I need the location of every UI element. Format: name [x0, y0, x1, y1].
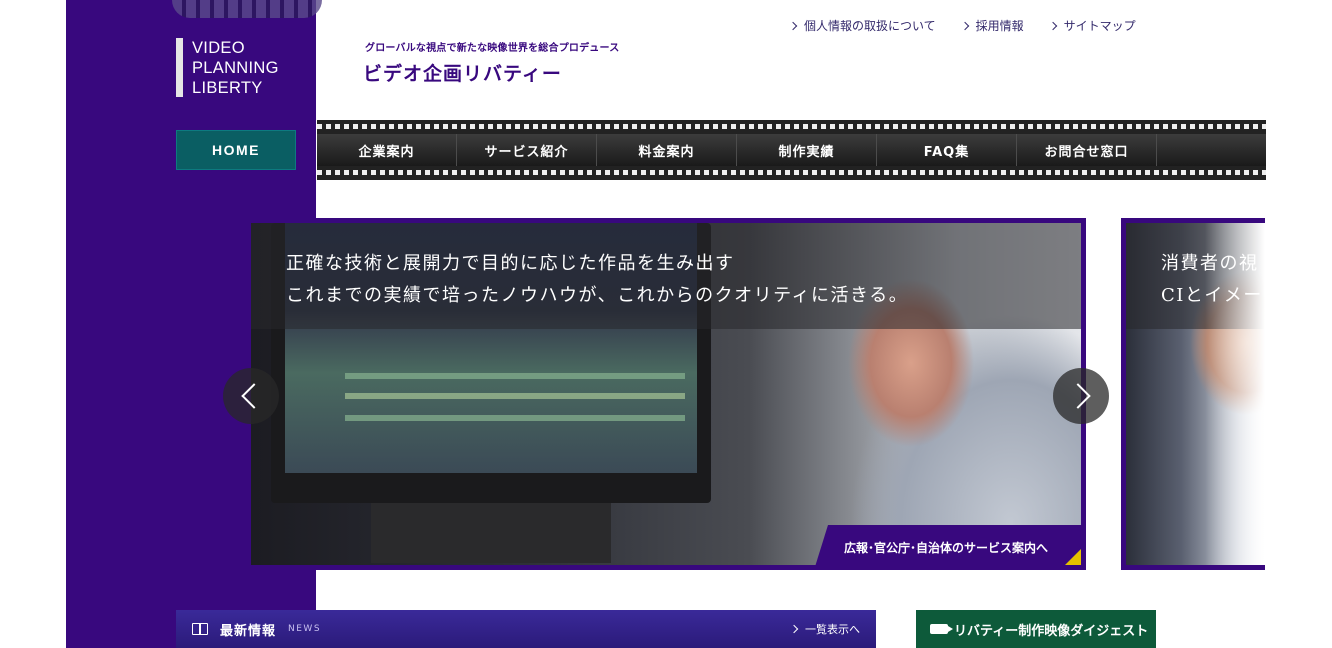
film-holes: [317, 124, 1266, 129]
caption-band: [251, 223, 1081, 329]
news-title: 最新情報: [220, 623, 277, 639]
slide-subline: これまでの実績で培ったノウハウが、これからのクオリティに活きる。: [286, 285, 909, 306]
chevron-right-icon: [788, 21, 798, 30]
slide-cta-link[interactable]: 広報･官公庁･自治体のサービス案内へ: [814, 525, 1081, 565]
utility-links: 個人情報の取扱について 採用情報 サイトマップ: [788, 17, 1136, 34]
news-header: 最新情報 NEWS 一覧表示へ: [176, 610, 876, 648]
site-title[interactable]: ビデオ企画リバティー: [363, 59, 562, 86]
timeline-track: [345, 393, 685, 399]
privacy-link-label: 個人情報の取扱について: [804, 19, 936, 33]
news-view-all-label: 一覧表示へ: [805, 623, 860, 636]
recruit-link[interactable]: 採用情報: [960, 17, 1024, 34]
nav-contact[interactable]: お問合せ窓口: [1017, 134, 1157, 166]
nav-works[interactable]: 制作実績: [737, 134, 877, 166]
slide-headline: 正確な技術と展開力で目的に応じた作品を生み出す: [286, 253, 735, 274]
chevron-right-icon: [1048, 21, 1057, 30]
chevron-right-icon: [960, 21, 969, 30]
news-subtitle: NEWS: [288, 624, 322, 634]
timeline-track: [345, 415, 685, 421]
logo-line: LIBERTY: [192, 79, 263, 97]
logo-line: VIDEO: [192, 39, 245, 57]
nav-bar: 企業案内 サービス紹介 料金案内 制作実績 FAQ集 お問合せ窓口: [317, 134, 1266, 166]
main-nav: 企業案内 サービス紹介 料金案内 制作実績 FAQ集 お問合せ窓口: [317, 120, 1266, 180]
home-button[interactable]: HOME: [176, 130, 296, 170]
recruit-link-label: 採用情報: [975, 19, 1024, 33]
slider-prev-button[interactable]: [223, 368, 279, 424]
nav-company[interactable]: 企業案内: [317, 134, 457, 166]
news-view-all-link[interactable]: 一覧表示へ: [789, 621, 860, 637]
chevron-right-icon: [789, 624, 799, 634]
book-icon: [192, 623, 208, 635]
logo-line: PLANNING: [192, 59, 279, 77]
camera-icon: [930, 624, 953, 634]
sitemap-link[interactable]: サイトマップ: [1048, 17, 1136, 34]
site-logo[interactable]: VIDEO PLANNING LIBERTY: [176, 38, 279, 98]
privacy-link[interactable]: 個人情報の取扱について: [788, 17, 936, 34]
nav-pricing[interactable]: 料金案内: [597, 134, 737, 166]
film-holes: [317, 170, 1266, 175]
slider-next-button[interactable]: [1053, 368, 1109, 424]
timeline-track: [345, 373, 685, 379]
slide-main[interactable]: 正確な技術と展開力で目的に応じた作品を生み出す これまでの実績で培ったノウハウが…: [246, 218, 1086, 570]
video-digest-button[interactable]: リバティー制作映像ダイジェスト: [916, 610, 1156, 648]
monitor-stand: [371, 503, 611, 563]
video-digest-label: リバティー制作映像ダイジェスト: [954, 623, 1149, 639]
hero-slider: 正確な技術と展開力で目的に応じた作品を生み出す これまでの実績で培ったノウハウが…: [0, 218, 1332, 570]
nav-services[interactable]: サービス紹介: [457, 134, 597, 166]
slide-next[interactable]: 消費者の視 CIとイメー: [1121, 218, 1265, 570]
sitemap-link-label: サイトマップ: [1063, 19, 1136, 33]
tagline: グローバルな視点で新たな映像世界を総合プロデュース: [365, 43, 620, 54]
nav-faq[interactable]: FAQ集: [877, 134, 1017, 166]
fade-overlay: [1205, 223, 1265, 565]
film-reel-decoration: [172, 0, 322, 18]
